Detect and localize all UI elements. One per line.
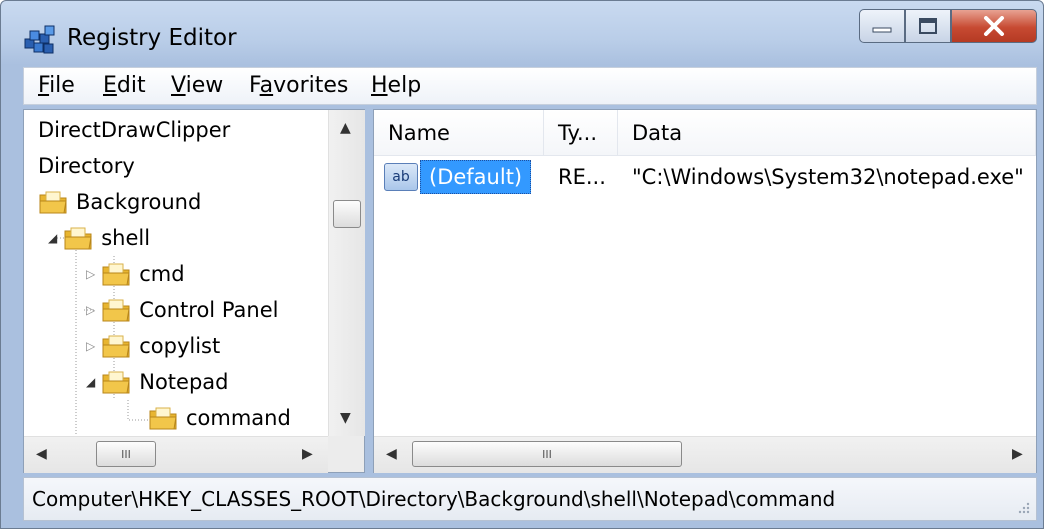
folder-icon (102, 299, 130, 322)
menu-file[interactable]: File (38, 73, 75, 98)
tree-horizontal-scrollbar[interactable]: ◀ III ▶ (24, 436, 328, 473)
scroll-right-arrow-icon[interactable]: ▶ (302, 446, 313, 462)
tree-item-cmd[interactable]: ▷ cmd (86, 257, 185, 291)
window-title: Registry Editor (67, 25, 237, 51)
menu-edit[interactable]: Edit (103, 73, 146, 98)
folder-icon (102, 371, 130, 394)
tree-item-directdrawclipper[interactable]: DirectDrawClipper (38, 113, 230, 147)
scroll-down-arrow-icon[interactable]: ▼ (340, 410, 351, 426)
menu-help[interactable]: Help (371, 73, 421, 98)
expand-arrow-icon[interactable]: ▷ (86, 339, 95, 353)
tree-item-copylist[interactable]: ▷ copylist (86, 329, 220, 363)
scroll-up-arrow-icon[interactable]: ▲ (340, 120, 351, 136)
tree-item-command[interactable]: command (148, 401, 291, 435)
value-row-data: "C:\Windows\System32\notepad.exe" (632, 165, 1024, 189)
column-header-name[interactable]: Name (374, 110, 544, 156)
registry-editor-app-icon (24, 25, 55, 54)
title-bar[interactable]: Registry Editor (1, 1, 1043, 65)
scroll-right-arrow-icon[interactable]: ▶ (1012, 446, 1023, 462)
tree-vertical-scrollbar[interactable]: ▲ ▼ (328, 110, 365, 436)
status-bar: Computer\HKEY_CLASSES_ROOT\Directory\Bac… (23, 477, 1037, 521)
tree-vertical-scroll-thumb[interactable] (333, 200, 361, 228)
list-horizontal-scroll-thumb[interactable]: III (412, 441, 682, 467)
resize-grip-icon[interactable] (1016, 500, 1030, 514)
status-path: Computer\HKEY_CLASSES_ROOT\Directory\Bac… (32, 487, 836, 511)
scroll-left-arrow-icon[interactable]: ◀ (36, 446, 47, 462)
string-value-icon: ab (384, 163, 418, 191)
value-name-selected: (Default) (420, 160, 532, 194)
maximize-button[interactable] (905, 9, 951, 43)
maximize-icon (919, 18, 937, 34)
close-icon (984, 16, 1004, 36)
value-row-type: RE... (558, 165, 606, 189)
folder-icon (102, 335, 130, 358)
collapse-arrow-icon[interactable]: ◢ (48, 231, 57, 245)
folder-icon (64, 227, 92, 250)
tree-item-notepad[interactable]: ◢ Notepad (86, 365, 228, 399)
menu-favorites[interactable]: Favorites (249, 73, 348, 98)
scrollbar-corner (328, 436, 364, 472)
registry-editor-window: Registry Editor File Edit View Favorites… (0, 0, 1044, 529)
value-row-name[interactable]: ab (Default) (384, 160, 532, 194)
close-button[interactable] (951, 9, 1037, 43)
list-horizontal-scrollbar[interactable]: ◀ III ▶ (374, 436, 1036, 473)
column-header-type[interactable]: Ty... (544, 110, 618, 156)
scroll-left-arrow-icon[interactable]: ◀ (386, 446, 397, 462)
tree-item-background[interactable]: Background (38, 185, 201, 219)
key-tree: DirectDrawClipper Directory Background ◢… (24, 110, 328, 436)
expand-arrow-icon[interactable]: ▷ (86, 267, 95, 281)
collapse-arrow-icon[interactable]: ◢ (86, 375, 95, 389)
tree-item-directory[interactable]: Directory (38, 149, 135, 183)
values-list-pane[interactable]: Name Ty... Data ab (Default) RE... "C:\W… (373, 109, 1037, 473)
minimize-icon (872, 27, 892, 33)
folder-icon (149, 407, 177, 430)
tree-item-shell[interactable]: ◢ shell (48, 221, 150, 255)
menu-view[interactable]: View (171, 73, 223, 98)
column-header-data[interactable]: Data (618, 110, 1036, 156)
minimize-button[interactable] (859, 9, 905, 43)
tree-item-control-panel[interactable]: ▷ Control Panel (86, 293, 278, 327)
key-tree-pane[interactable]: DirectDrawClipper Directory Background ◢… (23, 109, 365, 473)
tree-horizontal-scroll-thumb[interactable]: III (96, 441, 156, 467)
folder-icon (39, 191, 67, 214)
expand-arrow-icon[interactable]: ▷ (86, 303, 95, 317)
menu-bar: File Edit View Favorites Help (23, 67, 1037, 105)
folder-icon (102, 263, 130, 286)
